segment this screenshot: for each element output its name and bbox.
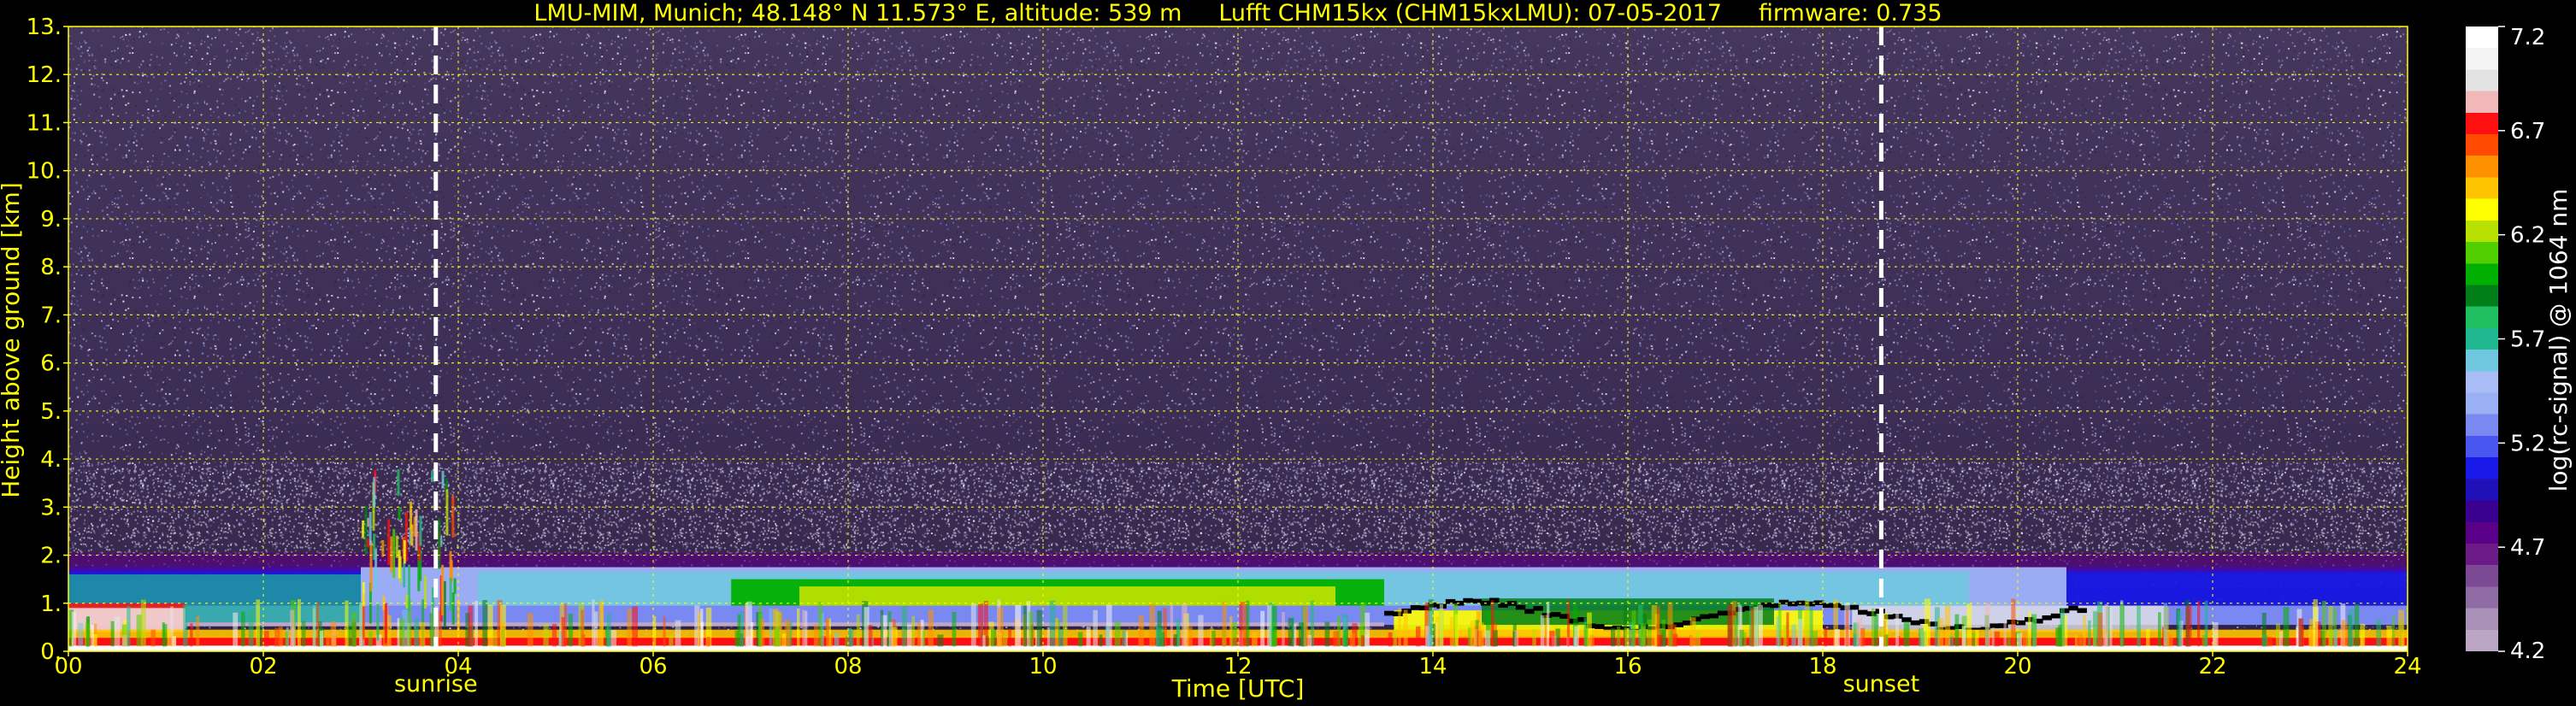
colorbar-tick-label: 7.2	[2510, 25, 2545, 50]
plot-area	[68, 26, 2408, 651]
y-tick-label: 2.	[40, 544, 62, 569]
x-tick-label: 10	[1029, 654, 1057, 680]
colorbar-tick-label: 4.7	[2510, 535, 2545, 561]
y-tick-label: 4.	[40, 447, 62, 473]
y-tick-label: 10.	[27, 159, 62, 185]
y-tick-label: 9.	[40, 207, 62, 232]
x-tick-label: 06	[639, 654, 667, 680]
y-tick-label: 12.	[27, 62, 62, 88]
colorbar	[2466, 26, 2498, 651]
marker-label-sunrise: sunrise	[394, 671, 478, 697]
y-tick-label: 11.	[27, 110, 62, 136]
x-tick-label: 24	[2393, 654, 2421, 680]
chart-title: LMU-MIM, Munich; 48.148° N 11.573° E, al…	[533, 0, 1942, 26]
colorbar-tick-label: 4.2	[2510, 638, 2545, 664]
x-tick-label: 14	[1418, 654, 1447, 680]
colorbar-ticks: 7.2 6.7 6.2 5.7 5.2 4.7 4.2	[2498, 25, 2545, 664]
y-tick-label: 3.	[40, 495, 62, 521]
x-tick-label: 20	[2003, 654, 2031, 680]
colorbar-tick-label: 6.2	[2510, 223, 2545, 249]
x-tick-label: 16	[1613, 654, 1642, 680]
x-tick-label: 22	[2198, 654, 2226, 680]
x-tick-label: 18	[1808, 654, 1836, 680]
y-tick-label: 6.	[40, 351, 62, 377]
x-tick-label: 08	[834, 654, 862, 680]
colorbar-tick-label: 5.7	[2510, 327, 2545, 353]
y-tick-label: 5.	[40, 399, 62, 425]
y-axis-ticks: 0.1.2.3.4.5.6.7.8.9.10.11.12.13.	[27, 15, 68, 665]
y-tick-label: 7.	[40, 303, 62, 328]
colorbar-tick-label: 6.7	[2510, 119, 2545, 144]
x-tick-label: 00	[54, 654, 82, 680]
colorbar-tick-label: 5.2	[2510, 431, 2545, 456]
y-tick-label: 8.	[40, 255, 62, 280]
y-tick-label: 13.	[27, 15, 62, 40]
marker-label-sunset: sunset	[1843, 671, 1920, 697]
colorbar-label: log(rc-signal) @ 1064 nm	[2544, 189, 2573, 492]
y-tick-label: 1.	[40, 591, 62, 617]
marker-labels: sunrise sunset	[394, 671, 1919, 697]
y-axis-label: Height above ground [km]	[0, 182, 25, 498]
x-axis-label: Time [UTC]	[1171, 674, 1305, 703]
lidar-chart: LMU-MIM, Munich; 48.148° N 11.573° E, al…	[0, 0, 2573, 703]
x-tick-label: 02	[249, 654, 277, 680]
